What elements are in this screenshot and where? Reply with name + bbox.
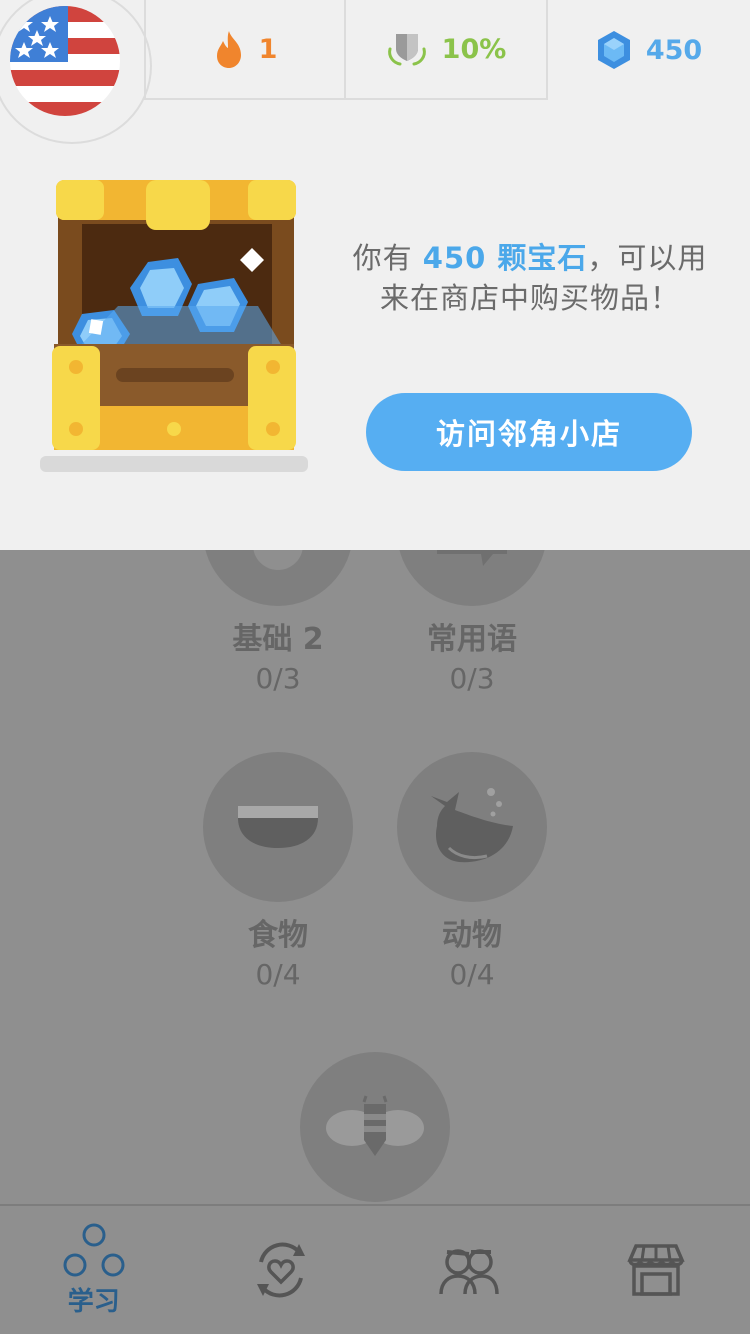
shop-icon xyxy=(627,1244,685,1296)
bee-icon xyxy=(326,1095,424,1156)
practice-heart-icon xyxy=(257,1242,306,1298)
gem-count: 450 xyxy=(645,34,703,66)
skill-basics-2[interactable]: 基础 2 0/3 xyxy=(188,550,368,695)
learn-icon xyxy=(63,1223,125,1276)
visit-shop-button[interactable]: 访问邻角小店 xyxy=(366,393,692,471)
skill-progress: 0/4 xyxy=(255,958,301,991)
nav-learn[interactable]: 学习 xyxy=(0,1206,188,1334)
whale-icon xyxy=(431,788,513,863)
streak-stat[interactable]: 1 xyxy=(144,0,346,100)
crown-percent: 10% xyxy=(441,33,507,65)
skill-name: 动物 xyxy=(442,918,502,953)
skill-locked-insect[interactable] xyxy=(285,1052,465,1202)
skill-animals[interactable]: 动物 0/4 xyxy=(382,752,562,991)
nav-friends[interactable] xyxy=(375,1206,563,1334)
crown-shield-icon xyxy=(387,34,426,66)
us-flag-icon xyxy=(10,6,120,116)
treasure-chest-icon xyxy=(38,176,310,478)
stats-bar: 1 10% 450 xyxy=(144,0,750,100)
skill-circle xyxy=(397,550,547,606)
bowl-icon xyxy=(238,806,318,848)
streak-count: 1 xyxy=(258,33,278,65)
speech-bubble-icon xyxy=(437,550,507,566)
gem-promo-text: 你有 450 颗宝石，可以用来在商店中购买物品！ xyxy=(340,238,720,318)
gems-stat[interactable]: 450 xyxy=(548,0,750,100)
skill-name: 基础 2 xyxy=(232,622,324,657)
skill-name: 常用语 xyxy=(427,622,517,657)
skill-progress: 0/3 xyxy=(255,662,301,695)
nav-practice[interactable] xyxy=(188,1206,376,1334)
course-flag-button[interactable] xyxy=(0,0,152,144)
skill-tree: 基础 2 0/3 常用语 0/3 食物 0/4 动物 0/4 xyxy=(0,550,750,1205)
skill-circle xyxy=(203,550,353,606)
nav-shop[interactable] xyxy=(563,1206,750,1334)
flame-icon xyxy=(216,31,241,68)
skill-circle xyxy=(397,752,547,902)
promo-text-pre: 你有 xyxy=(352,241,423,275)
gem-icon xyxy=(597,31,630,69)
skill-progress: 0/3 xyxy=(449,662,495,695)
gem-promo-panel: 1 10% 450 你有 450 颗宝石，可以用来在商店中购买物品！ 访问邻角小… xyxy=(0,0,750,550)
skill-food[interactable]: 食物 0/4 xyxy=(188,752,368,991)
nav-learn-label: 学习 xyxy=(67,1286,120,1317)
skill-circle xyxy=(203,752,353,902)
promo-gem-amount: 450 颗宝石 xyxy=(422,241,588,275)
skill-name: 食物 xyxy=(248,918,308,953)
bottom-nav: 学习 xyxy=(0,1204,750,1334)
crown-stat[interactable]: 10% xyxy=(346,0,548,100)
friends-icon xyxy=(439,1249,499,1295)
skill-phrases[interactable]: 常用语 0/3 xyxy=(382,550,562,695)
skill-circle xyxy=(300,1052,450,1202)
skill-progress: 0/4 xyxy=(449,958,495,991)
